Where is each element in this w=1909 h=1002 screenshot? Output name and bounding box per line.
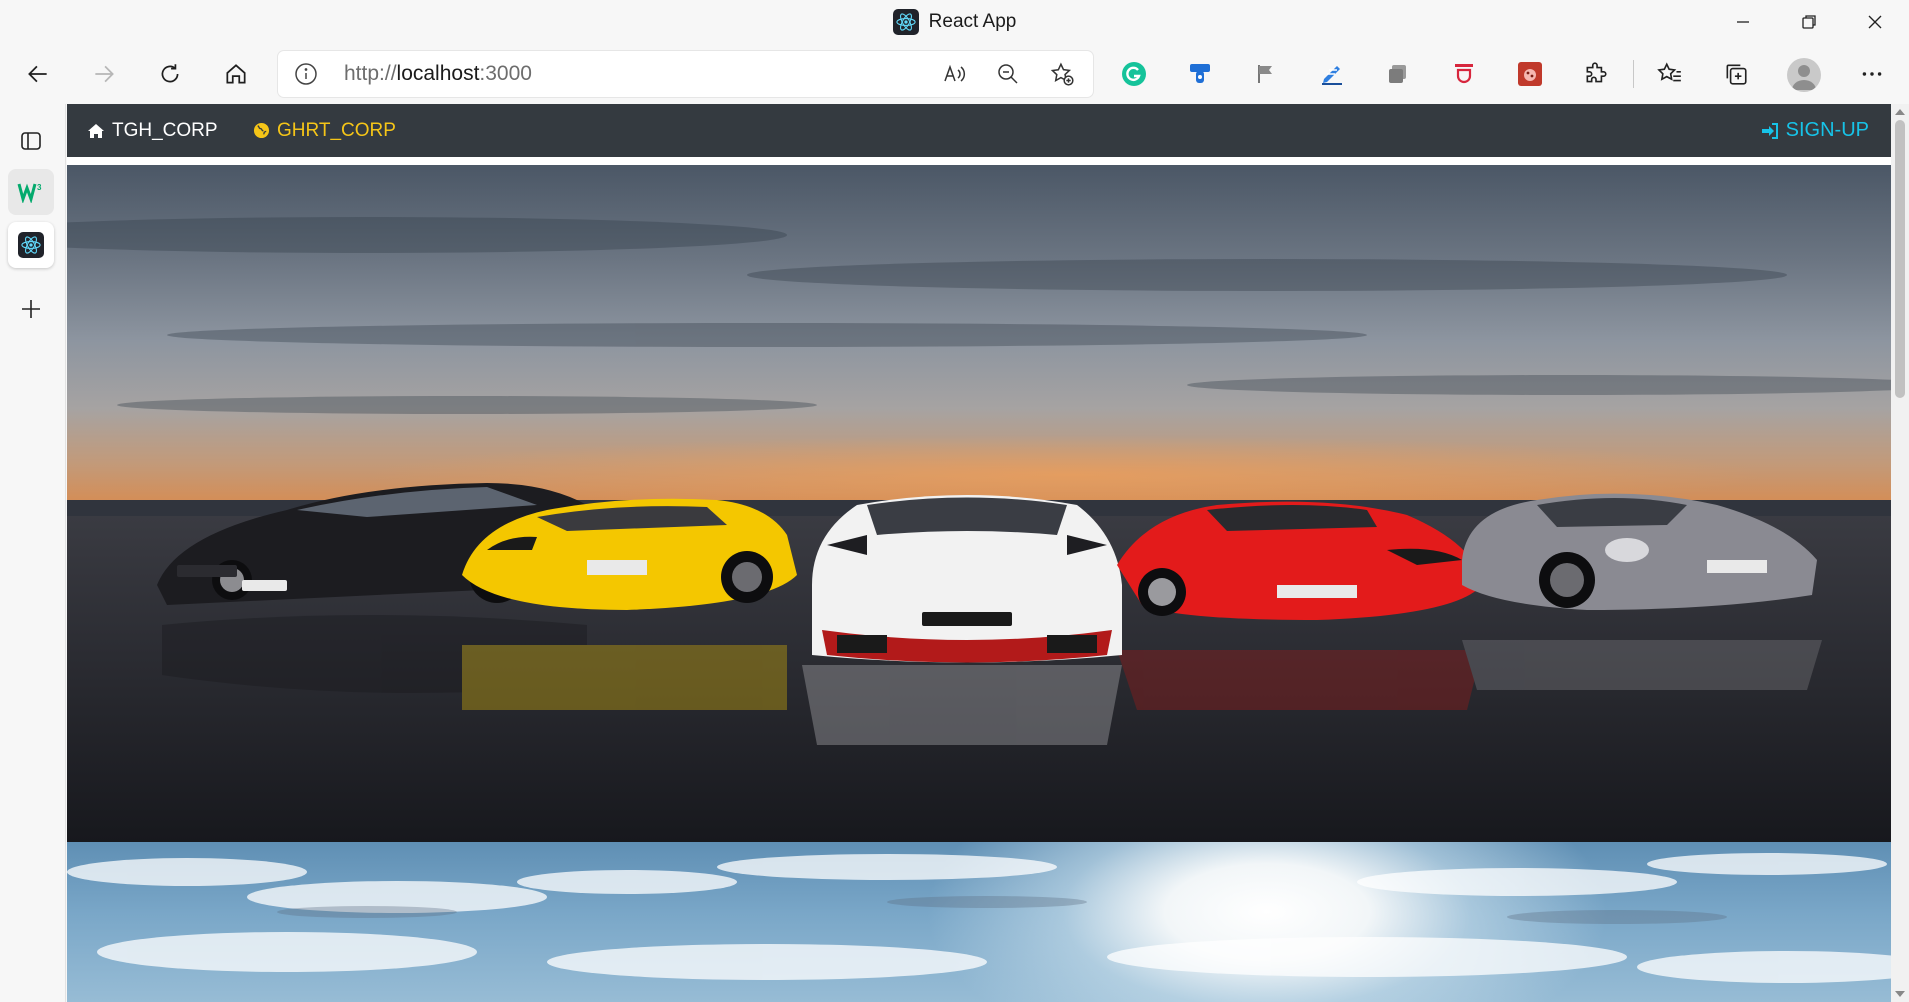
- tab-w3schools[interactable]: 3: [8, 169, 54, 215]
- gray-extension[interactable]: [1382, 58, 1414, 90]
- sign-in-icon: [1761, 122, 1778, 139]
- w3schools-tab-icon: 3: [17, 183, 42, 203]
- extension-gray-icon: [1389, 65, 1406, 83]
- add-favorite-button[interactable]: [1047, 59, 1077, 89]
- address-bar[interactable]: http://localhost:3000: [278, 51, 1093, 97]
- red-shield-extension[interactable]: [1448, 58, 1480, 90]
- scroll-up-arrow-icon[interactable]: [1895, 109, 1905, 115]
- forward-icon: [95, 65, 114, 83]
- title-bar: React App: [0, 0, 1909, 44]
- favorites-icon: [1657, 62, 1681, 82]
- url-text[interactable]: http://localhost:3000: [344, 51, 532, 97]
- blue-extension[interactable]: [1184, 58, 1216, 90]
- read-aloud-icon: [944, 64, 966, 82]
- tab-actions-icon: [21, 132, 41, 150]
- hero-cars-image: [67, 165, 1891, 842]
- grammarly-extension[interactable]: [1118, 58, 1150, 90]
- flag-icon: [1258, 65, 1272, 83]
- refresh-icon: [161, 64, 179, 83]
- url-prefix: http://: [344, 62, 397, 85]
- navbar-brand-label: TGH_CORP: [112, 119, 218, 141]
- url-port: :3000: [479, 62, 532, 85]
- react-favicon-icon: [892, 9, 919, 35]
- collections-button[interactable]: [1720, 58, 1752, 90]
- info-icon[interactable]: [294, 62, 318, 86]
- new-tab-button[interactable]: [8, 286, 54, 332]
- vertical-tabs-sidebar: 3: [0, 104, 66, 1002]
- hero-sky-image: [67, 842, 1891, 1002]
- window-title-text: React App: [928, 11, 1017, 32]
- minimize-button[interactable]: [1710, 0, 1776, 44]
- scrollbar-thumb[interactable]: [1895, 120, 1905, 398]
- home-icon: [88, 123, 104, 138]
- scroll-down-arrow-icon[interactable]: [1895, 991, 1905, 997]
- profile-avatar[interactable]: [1787, 58, 1821, 92]
- navbar-brand-link[interactable]: TGH_CORP: [87, 104, 218, 157]
- window-title: React App: [0, 0, 1909, 44]
- close-window-button[interactable]: [1842, 0, 1908, 44]
- navbar-ghrt-label: GHRT_CORP: [277, 119, 396, 141]
- react-tab-icon: [18, 232, 44, 258]
- forward-button[interactable]: [82, 52, 126, 96]
- add-favorite-icon: [1050, 62, 1074, 86]
- favorites-button[interactable]: [1654, 58, 1686, 90]
- grammarly-icon: [1122, 62, 1146, 86]
- flag-extension[interactable]: [1250, 58, 1282, 90]
- home-icon: [226, 64, 246, 84]
- more-button[interactable]: [1856, 58, 1888, 90]
- extension-red-icon: [1455, 64, 1473, 84]
- pen-extension[interactable]: [1316, 58, 1348, 90]
- new-tab-icon: [22, 300, 40, 318]
- read-aloud-button[interactable]: [939, 59, 969, 89]
- more-icon: [1862, 72, 1882, 76]
- home-button[interactable]: [214, 52, 258, 96]
- navbar-spacer: [67, 157, 1891, 165]
- browser-toolbar: http://localhost:3000: [0, 44, 1909, 104]
- svg-text:3: 3: [37, 183, 42, 192]
- puzzle-icon: [1586, 62, 1607, 83]
- refresh-button[interactable]: [148, 52, 192, 96]
- page-scrollbar[interactable]: [1891, 104, 1909, 1002]
- extension-bug-icon: [1518, 62, 1542, 86]
- bug-extension[interactable]: [1514, 58, 1546, 90]
- back-icon: [28, 65, 47, 83]
- zoom-out-icon: [998, 64, 1018, 84]
- tab-actions-button[interactable]: [8, 118, 54, 164]
- extensions-button[interactable]: [1580, 58, 1612, 90]
- url-host: localhost: [396, 62, 480, 85]
- page-viewport: TGH_CORP GHRT_CORP SIGN-UP: [67, 104, 1891, 1002]
- tab-react-app[interactable]: [8, 222, 54, 268]
- globe-icon: [253, 122, 270, 139]
- site-navbar: TGH_CORP GHRT_CORP SIGN-UP: [67, 104, 1891, 157]
- signup-label: SIGN-UP: [1785, 119, 1869, 141]
- collections-icon: [1726, 64, 1747, 85]
- navbar-ghrt-link[interactable]: GHRT_CORP: [253, 104, 396, 157]
- extension-blue-icon: [1190, 64, 1210, 83]
- toolbar-separator: [1633, 60, 1634, 88]
- restore-button[interactable]: [1776, 0, 1842, 44]
- back-button[interactable]: [16, 52, 60, 96]
- pen-icon: [1322, 66, 1342, 85]
- signup-link[interactable]: SIGN-UP: [1761, 104, 1869, 157]
- zoom-out-button[interactable]: [993, 59, 1023, 89]
